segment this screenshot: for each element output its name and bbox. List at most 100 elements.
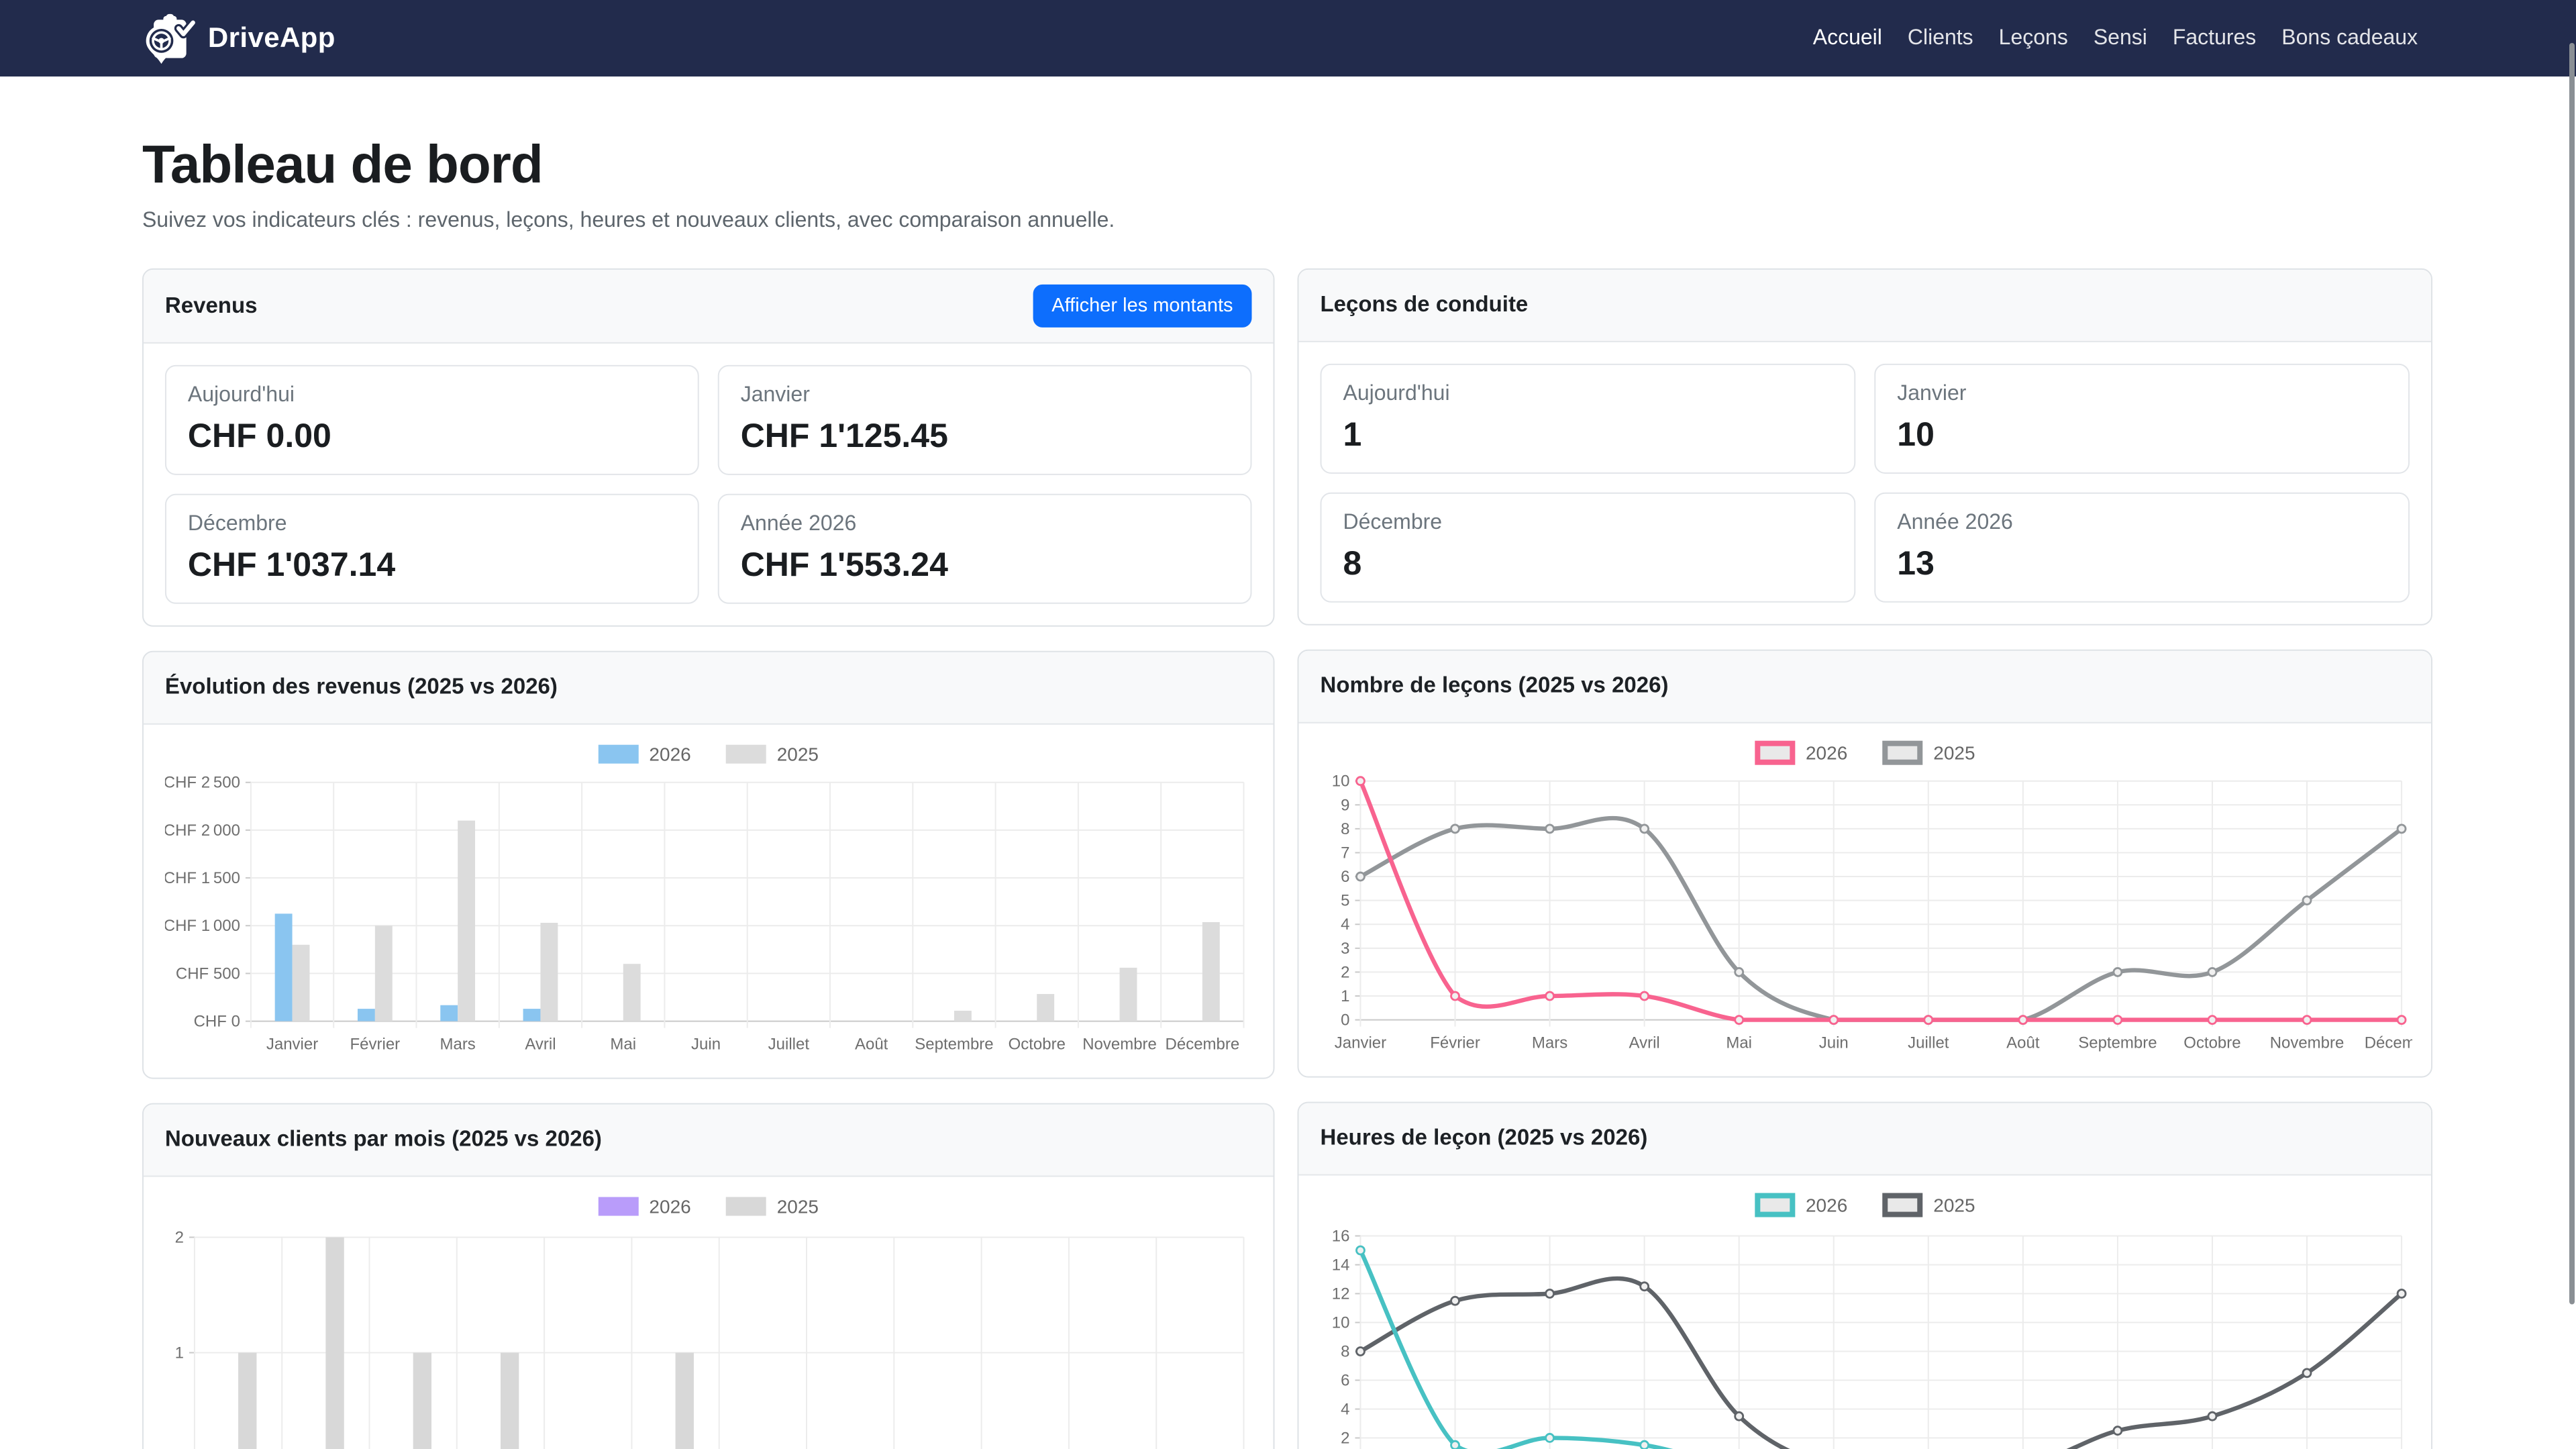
svg-text:Décembre: Décembre — [1166, 1036, 1240, 1054]
svg-text:Avril: Avril — [525, 1036, 556, 1054]
stat-revenue-december: Décembre CHF 1'037.14 — [165, 494, 699, 604]
svg-text:CHF 1 000: CHF 1 000 — [165, 917, 240, 935]
svg-text:CHF 2 500: CHF 2 500 — [165, 775, 240, 792]
svg-text:Septembre: Septembre — [2078, 1034, 2157, 1052]
svg-text:Mai: Mai — [1726, 1034, 1752, 1052]
nav-link-sensi[interactable]: Sensi — [2083, 15, 2158, 61]
svg-text:Février: Février — [1430, 1034, 1480, 1052]
svg-text:Novembre: Novembre — [1082, 1036, 1157, 1054]
new-clients-chart: 012JanvierFévrierMarsAvrilMaiJuinJuillet… — [165, 1227, 1255, 1449]
svg-text:14: 14 — [1332, 1256, 1350, 1275]
stat-revenue-january: Janvier CHF 1'125.45 — [718, 365, 1252, 475]
revenue-evolution-legend: 2026 2025 — [165, 741, 1252, 768]
new-clients-header: Nouveaux clients par mois (2025 vs 2026) — [144, 1105, 1274, 1177]
legend-item-2025[interactable]: 2025 — [1882, 1193, 1975, 1217]
legend-item-2026[interactable]: 2026 — [598, 1196, 690, 1217]
svg-text:10: 10 — [1332, 1313, 1350, 1332]
legend-swatch — [598, 745, 638, 764]
new-clients-title: Nouveaux clients par mois (2025 vs 2026) — [165, 1128, 602, 1153]
legend-swatch — [726, 745, 766, 764]
legend-item-2026[interactable]: 2026 — [1755, 741, 1847, 765]
legend-item-2026[interactable]: 2026 — [598, 744, 690, 765]
legend-item-2025[interactable]: 2025 — [726, 744, 819, 765]
navbar: DriveApp AccueilClientsLeçonsSensiFactur… — [0, 0, 2576, 77]
driveapp-logo-icon — [142, 11, 196, 65]
lesson-hours-card: Heures de leçon (2025 vs 2026) 20262025 … — [1297, 1102, 2432, 1449]
legend-swatch — [1755, 741, 1795, 765]
svg-text:Août: Août — [2006, 1034, 2040, 1052]
page-title: Tableau de bord — [142, 136, 2576, 196]
right-column: Leçons de conduite Aujourd'hui 1 Janvier… — [1297, 268, 2432, 1449]
svg-text:Mai: Mai — [610, 1036, 636, 1054]
svg-text:7: 7 — [1341, 844, 1349, 862]
legend-item-2025[interactable]: 2025 — [726, 1196, 819, 1217]
legend-label: 2025 — [1933, 742, 1975, 764]
lessons-count-title: Nombre de leçons (2025 vs 2026) — [1320, 674, 1668, 699]
svg-text:Mars: Mars — [1532, 1034, 1567, 1052]
svg-text:Juin: Juin — [691, 1036, 721, 1054]
nav-link-clients[interactable]: Clients — [1897, 15, 1984, 61]
nav-link-accueil[interactable]: Accueil — [1802, 15, 1893, 61]
brand-name: DriveApp — [208, 22, 336, 54]
nav-link-bons-cadeaux[interactable]: Bons cadeaux — [2271, 15, 2428, 61]
legend-label: 2025 — [777, 744, 819, 765]
new-clients-card: Nouveaux clients par mois (2025 vs 2026)… — [142, 1103, 1275, 1449]
svg-text:6: 6 — [1341, 1371, 1349, 1389]
svg-text:1: 1 — [175, 1344, 184, 1362]
svg-text:12: 12 — [1332, 1285, 1350, 1303]
svg-text:9: 9 — [1341, 796, 1349, 814]
show-amounts-button[interactable]: Afficher les montants — [1033, 285, 1251, 328]
svg-text:Juin: Juin — [1819, 1034, 1849, 1052]
stat-lessons-year: Année 2026 13 — [1874, 493, 2410, 603]
legend-label: 2026 — [649, 744, 690, 765]
driving-lessons-title: Leçons de conduite — [1320, 293, 1528, 318]
dashboard-grid: Revenus Afficher les montants Aujourd'hu… — [142, 268, 2576, 1449]
legend-swatch — [1755, 1193, 1795, 1217]
revenue-card-body: Aujourd'hui CHF 0.00 Janvier CHF 1'125.4… — [144, 344, 1274, 626]
legend-label: 2025 — [1933, 1195, 1975, 1216]
svg-text:Novembre: Novembre — [2270, 1034, 2345, 1052]
main-content: Tableau de bord Suivez vos indicateurs c… — [0, 77, 2576, 1449]
svg-text:4: 4 — [1341, 915, 1349, 934]
legend-swatch — [1882, 741, 1922, 765]
svg-text:5: 5 — [1341, 892, 1349, 910]
svg-text:10: 10 — [1332, 773, 1350, 791]
revenue-evolution-card: Évolution des revenus (2025 vs 2026) 202… — [142, 651, 1275, 1079]
revenue-evolution-chart: CHF 0CHF 500CHF 1 000CHF 1 500CHF 2 000C… — [165, 775, 1255, 1059]
svg-text:8: 8 — [1341, 820, 1349, 838]
svg-text:2: 2 — [1341, 963, 1349, 981]
stat-lessons-january: Janvier 10 — [1874, 364, 2410, 474]
svg-text:Juillet: Juillet — [768, 1036, 810, 1054]
svg-text:Décembre: Décembre — [2365, 1034, 2412, 1052]
revenue-card-title: Revenus — [165, 293, 258, 319]
lesson-hours-header: Heures de leçon (2025 vs 2026) — [1298, 1103, 2431, 1176]
lessons-count-header: Nombre de leçons (2025 vs 2026) — [1298, 651, 2431, 723]
svg-text:1: 1 — [1341, 987, 1349, 1005]
revenue-evolution-title: Évolution des revenus (2025 vs 2026) — [165, 675, 558, 701]
svg-text:Septembre: Septembre — [915, 1036, 993, 1054]
svg-text:Février: Février — [350, 1036, 401, 1054]
svg-text:Mars: Mars — [440, 1036, 475, 1054]
legend-item-2026[interactable]: 2026 — [1755, 1193, 1847, 1217]
brand[interactable]: DriveApp — [142, 11, 336, 65]
lesson-hours-title: Heures de leçon (2025 vs 2026) — [1320, 1126, 1647, 1152]
new-clients-legend: 2026 2025 — [165, 1193, 1252, 1220]
nav-link-factures[interactable]: Factures — [2162, 15, 2267, 61]
stat-revenue-today: Aujourd'hui CHF 0.00 — [165, 365, 699, 475]
svg-text:2: 2 — [1341, 1429, 1349, 1447]
nav-link-leçons[interactable]: Leçons — [1988, 15, 2079, 61]
lesson-hours-legend: 2026 2025 — [1320, 1192, 2410, 1219]
svg-text:16: 16 — [1332, 1228, 1350, 1246]
svg-text:4: 4 — [1341, 1400, 1349, 1418]
lessons-count-legend: 2026 2025 — [1320, 740, 2410, 766]
driving-lessons-card: Leçons de conduite Aujourd'hui 1 Janvier… — [1297, 268, 2432, 626]
left-column: Revenus Afficher les montants Aujourd'hu… — [142, 268, 1275, 1449]
svg-text:6: 6 — [1341, 868, 1349, 886]
scrollbar[interactable] — [2569, 43, 2575, 1305]
svg-text:CHF 2 000: CHF 2 000 — [165, 821, 240, 840]
svg-text:0: 0 — [1341, 1011, 1349, 1030]
svg-text:Octobre: Octobre — [2183, 1034, 2240, 1052]
stat-lessons-december: Décembre 8 — [1320, 493, 1855, 603]
legend-item-2025[interactable]: 2025 — [1882, 741, 1975, 765]
svg-text:CHF 1 500: CHF 1 500 — [165, 869, 240, 887]
